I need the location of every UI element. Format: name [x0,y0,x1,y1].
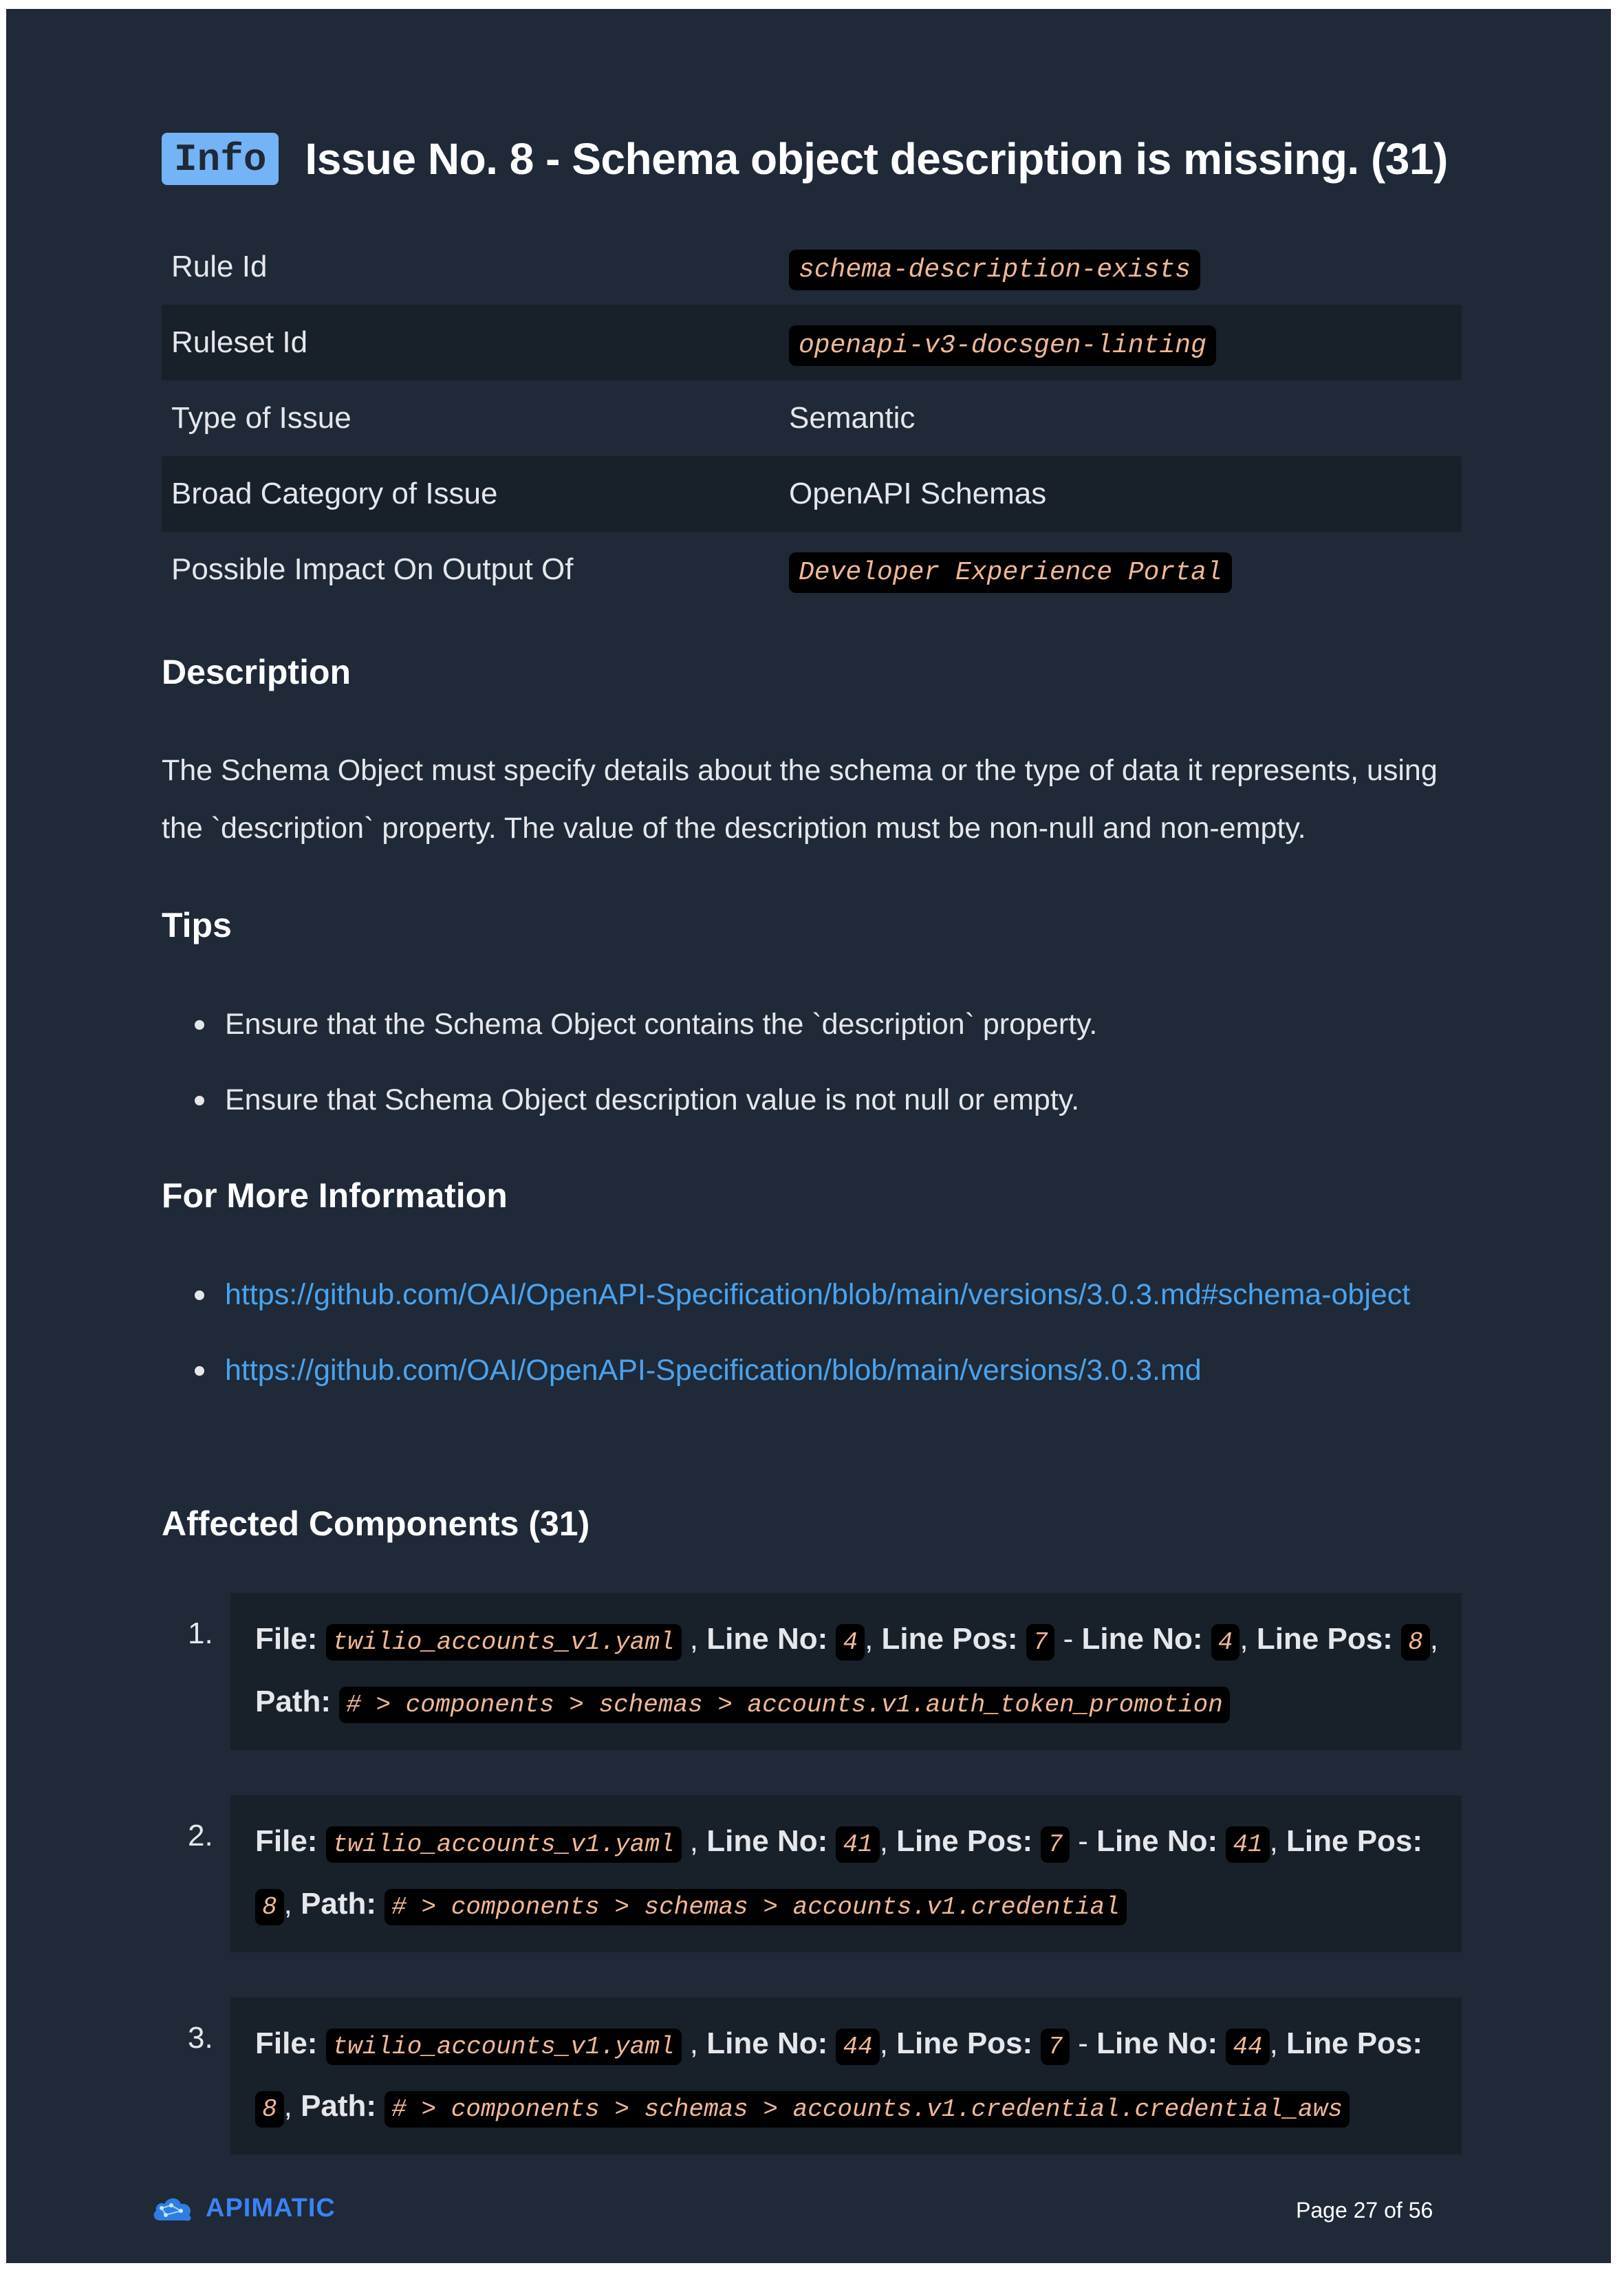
item-number: 1. [188,1617,213,1650]
line-pos-label: Line Pos: [1256,1622,1393,1656]
impact-label: Possible Impact On Output Of [171,552,574,586]
file-name: twilio_accounts_v1.yaml [325,1826,682,1863]
line-no-label: Line No: [706,1824,828,1858]
list-item: https://github.com/OAI/OpenAPI-Specifica… [162,1266,1462,1323]
end-pos: 8 [255,2091,284,2128]
more-info-heading: For More Information [162,1176,508,1215]
tip-text: Ensure that Schema Object description va… [225,1083,1080,1116]
start-line: 44 [836,2029,880,2065]
line-no-label: Line No: [706,2026,828,2060]
ruleset-id-label: Ruleset Id [162,305,779,380]
ruleset-id-value: openapi-v3-docsgen-linting [789,325,1216,366]
bullet-icon [195,1096,204,1105]
list-item: Ensure that the Schema Object contains t… [162,995,1097,1053]
file-name: twilio_accounts_v1.yaml [325,2029,682,2065]
tip-text: Ensure that the Schema Object contains t… [225,1008,1098,1041]
page-number: Page 27 of 56 [1296,2198,1433,2223]
component-details: File: twilio_accounts_v1.yaml , Line No:… [230,1998,1462,2154]
affected-components-heading: Affected Components (31) [162,1504,590,1543]
end-line: 41 [1226,1826,1270,1863]
spec-link[interactable]: https://github.com/OAI/OpenAPI-Specifica… [225,1354,1202,1387]
description-heading: Description [162,653,351,691]
tips-heading: Tips [162,906,232,944]
list-item: Ensure that Schema Object description va… [162,1071,1097,1129]
start-line: 4 [836,1624,865,1661]
bullet-icon [195,1366,204,1376]
affected-component-item: 1. File: twilio_accounts_v1.yaml , Line … [188,1593,1462,1750]
issue-type-label: Type of Issue [171,401,351,435]
line-pos-label: Line Pos: [896,1824,1033,1858]
file-label: File: [255,1824,318,1858]
cloud-icon [153,2198,191,2221]
severity-badge: Info [162,133,279,185]
rule-id-value: schema-description-exists [789,249,1201,290]
impact-cell: Developer Experience Portal [779,532,1462,607]
bullet-icon [195,1290,204,1300]
component-details: File: twilio_accounts_v1.yaml , Line No:… [230,1795,1462,1952]
path-label: Path: [301,2089,377,2123]
component-details: File: twilio_accounts_v1.yaml , Line No:… [230,1593,1462,1750]
affected-component-item: 3. File: twilio_accounts_v1.yaml , Line … [188,1998,1462,2154]
issue-header: Info Issue No. 8 - Schema object descrip… [162,133,1448,185]
path-label: Path: [301,1887,377,1921]
logo-text: APIMATIC [206,2193,336,2223]
rule-id-label: Rule Id [171,250,268,283]
description-text: The Schema Object must specify details a… [162,754,1438,845]
issue-type-value: Semantic [789,401,916,435]
document-page: Info Issue No. 8 - Schema object descrip… [6,9,1611,2263]
list-item: https://github.com/OAI/OpenAPI-Specifica… [162,1341,1462,1399]
end-pos: 8 [255,1889,284,1925]
table-row: Rule Id schema-description-exists [162,229,1462,305]
item-number: 3. [188,2021,213,2055]
path-label: Path: [255,1685,331,1718]
tips-list: Ensure that the Schema Object contains t… [162,995,1097,1147]
table-row: Ruleset Id openapi-v3-docsgen-linting [162,305,1462,380]
category-value: OpenAPI Schemas [779,456,1462,532]
end-line: 44 [1226,2029,1270,2065]
start-pos: 7 [1041,2029,1070,2065]
affected-component-item: 2. File: twilio_accounts_v1.yaml , Line … [188,1795,1462,1952]
line-pos-label: Line Pos: [1286,2026,1423,2060]
start-pos: 7 [1026,1624,1055,1661]
line-no-label: Line No: [1096,1824,1218,1858]
start-pos: 7 [1041,1826,1070,1863]
table-row: Type of Issue Semantic [162,380,1462,456]
line-pos-label: Line Pos: [881,1622,1018,1656]
issue-metadata-table: Rule Id schema-description-exists Rulese… [162,229,1462,607]
table-row: Possible Impact On Output Of Developer E… [162,532,1462,607]
file-label: File: [255,1622,318,1656]
start-line: 41 [836,1826,880,1863]
file-name: twilio_accounts_v1.yaml [325,1624,682,1661]
component-path: # > components > schemas > accounts.v1.a… [339,1687,1230,1723]
table-row: Broad Category of Issue OpenAPI Schemas [162,456,1462,532]
ruleset-id-cell: openapi-v3-docsgen-linting [779,305,1462,380]
file-label: File: [255,2026,318,2060]
line-pos-label: Line Pos: [896,2026,1033,2060]
component-path: # > components > schemas > accounts.v1.c… [385,1889,1127,1925]
component-path: # > components > schemas > accounts.v1.c… [385,2091,1350,2128]
line-no-label: Line No: [1096,2026,1218,2060]
impact-value: Developer Experience Portal [789,552,1232,593]
spec-schema-object-link[interactable]: https://github.com/OAI/OpenAPI-Specifica… [225,1278,1410,1311]
apimatic-logo: APIMATIC [151,2193,336,2223]
item-number: 2. [188,1819,213,1852]
line-no-label: Line No: [706,1622,828,1656]
end-line: 4 [1211,1624,1240,1661]
more-info-links: https://github.com/OAI/OpenAPI-Specifica… [162,1266,1462,1417]
category-label: Broad Category of Issue [162,456,779,532]
end-pos: 8 [1401,1624,1430,1661]
issue-title: Issue No. 8 - Schema object description … [305,134,1448,184]
line-no-label: Line No: [1081,1622,1203,1656]
rule-id-cell: schema-description-exists [779,229,1462,305]
bullet-icon [195,1020,204,1030]
line-pos-label: Line Pos: [1286,1824,1423,1858]
